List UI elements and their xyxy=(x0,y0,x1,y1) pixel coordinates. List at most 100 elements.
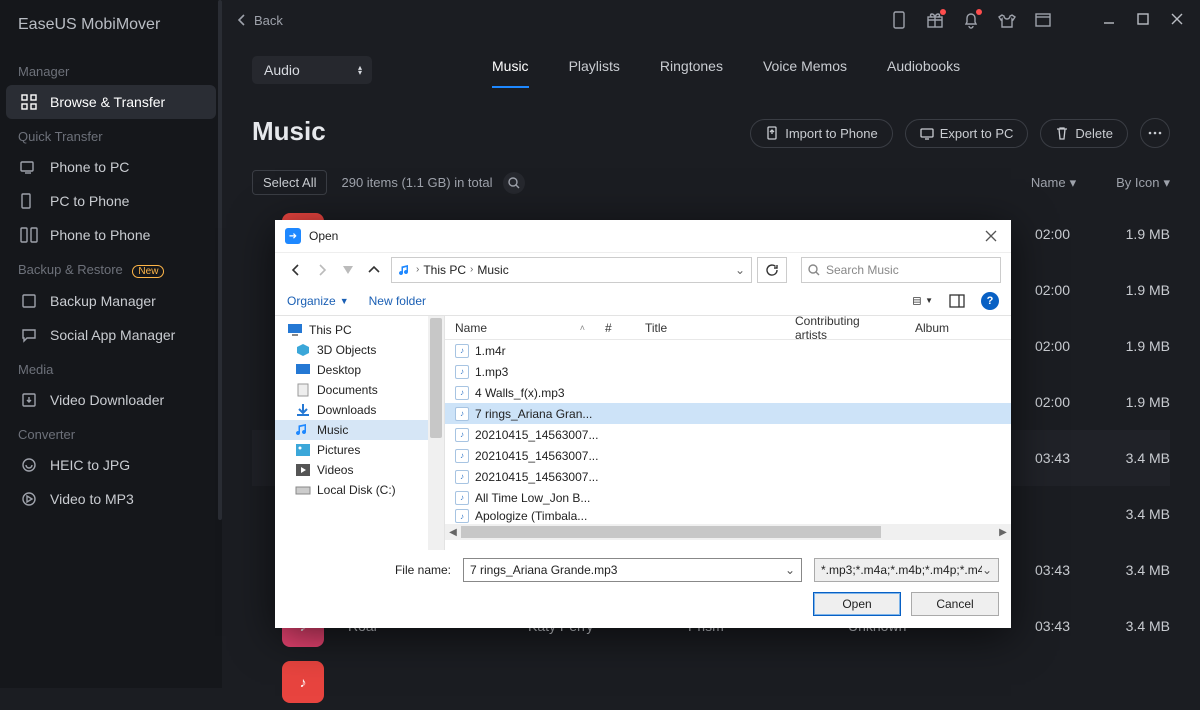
list-row[interactable]: ♪ xyxy=(252,654,1170,710)
tree-item-local-disk[interactable]: Local Disk (C:) xyxy=(275,480,444,500)
tree-item-downloads[interactable]: Downloads xyxy=(275,400,444,420)
file-row[interactable]: ♪4 Walls_f(x).mp3 xyxy=(445,382,1011,403)
col-name[interactable]: Name˄ xyxy=(445,321,595,335)
more-button[interactable] xyxy=(1140,118,1170,148)
nav-forward[interactable] xyxy=(311,259,333,281)
col-album[interactable]: Album xyxy=(905,321,1011,335)
chevron-down-icon[interactable]: ⌄ xyxy=(785,563,795,577)
window-minimize[interactable] xyxy=(1102,12,1118,28)
file-row[interactable]: ♪20210415_14563007... xyxy=(445,424,1011,445)
shirt-icon[interactable] xyxy=(998,11,1016,29)
preview-pane-button[interactable] xyxy=(947,292,967,310)
page-actions: Import to Phone Export to PC Delete xyxy=(750,118,1170,148)
delete-button[interactable]: Delete xyxy=(1040,119,1128,148)
sidebar-item-browse-transfer[interactable]: Browse & Transfer xyxy=(6,85,216,119)
content-type-select[interactable]: Audio ▴▾ xyxy=(252,56,372,84)
tree-item-music[interactable]: Music xyxy=(275,420,444,440)
row-size: 3.4 MB xyxy=(1070,506,1170,522)
window-maximize[interactable] xyxy=(1136,12,1152,28)
organize-menu[interactable]: Organize ▼ xyxy=(287,294,349,308)
audio-file-icon: ♪ xyxy=(455,509,469,523)
file-row[interactable]: ♪20210415_14563007... xyxy=(445,466,1011,487)
new-folder-button[interactable]: New folder xyxy=(369,294,426,308)
file-row[interactable]: ♪20210415_14563007... xyxy=(445,445,1011,466)
tree-item-documents[interactable]: Documents xyxy=(275,380,444,400)
dialog-toolbar: Organize ▼ New folder ▼ ? xyxy=(275,286,1011,316)
search-icon xyxy=(508,177,520,189)
address-dropdown[interactable]: ⌄ xyxy=(735,263,745,277)
address-bar[interactable]: › This PC › Music ⌄ xyxy=(391,257,752,283)
sidebar-item-label: Social App Manager xyxy=(50,327,175,343)
sidebar-item-heic-to-jpg[interactable]: HEIC to JPG xyxy=(6,448,216,482)
tree-label: Videos xyxy=(317,463,353,477)
tree-item-this-pc[interactable]: This PC xyxy=(275,320,444,340)
cancel-button[interactable]: Cancel xyxy=(911,592,999,616)
tab-voice-memos[interactable]: Voice Memos xyxy=(763,52,847,88)
tree-item-3d-objects[interactable]: 3D Objects xyxy=(275,340,444,360)
sort-name[interactable]: Name▾ xyxy=(1031,175,1076,191)
tree-item-pictures[interactable]: Pictures xyxy=(275,440,444,460)
sidebar-scrollbar[interactable] xyxy=(218,0,222,688)
view-mode-button[interactable]: ▼ xyxy=(913,292,933,310)
file-row[interactable]: ♪Apologize (Timbala... xyxy=(445,508,1011,524)
tab-audiobooks[interactable]: Audiobooks xyxy=(887,52,960,88)
dialog-search[interactable]: Search Music xyxy=(801,257,1001,283)
filename-input[interactable]: 7 rings_Ariana Grande.mp3 ⌄ xyxy=(463,558,802,582)
trash-icon xyxy=(1055,126,1069,140)
tab-music[interactable]: Music xyxy=(492,52,529,88)
audio-file-icon: ♪ xyxy=(455,428,469,442)
sidebar-item-pc-to-phone[interactable]: PC to Phone xyxy=(6,184,216,218)
dialog-titlebar: ➜ Open xyxy=(275,220,1011,252)
file-name: 7 rings_Ariana Gran... xyxy=(475,407,592,421)
col-artists[interactable]: Contributing artists xyxy=(785,314,905,342)
back-button[interactable]: Back xyxy=(236,13,283,28)
refresh-button[interactable] xyxy=(757,257,787,283)
sidebar-item-video-downloader[interactable]: Video Downloader xyxy=(6,383,216,417)
sidebar-item-phone-to-phone[interactable]: Phone to Phone xyxy=(6,218,216,252)
phone-icon[interactable] xyxy=(890,11,908,29)
dialog-close[interactable] xyxy=(981,226,1001,246)
menu-icon[interactable] xyxy=(1034,11,1052,29)
open-button[interactable]: Open xyxy=(813,592,901,616)
nav-back[interactable] xyxy=(285,259,307,281)
close-icon xyxy=(985,230,997,242)
nav-recent[interactable] xyxy=(337,259,359,281)
import-icon xyxy=(765,126,779,140)
search-button[interactable] xyxy=(503,172,525,194)
col-number[interactable]: # xyxy=(595,321,635,335)
tab-ringtones[interactable]: Ringtones xyxy=(660,52,723,88)
sidebar-item-phone-to-pc[interactable]: Phone to PC xyxy=(6,150,216,184)
col-title[interactable]: Title xyxy=(635,321,785,335)
import-button[interactable]: Import to Phone xyxy=(750,119,893,148)
select-all-button[interactable]: Select All xyxy=(252,170,327,195)
address-root[interactable]: This PC xyxy=(423,263,466,277)
file-type-select[interactable]: *.mp3;*.m4a;*.m4b;*.m4p;*.m4 ⌄ xyxy=(814,558,999,582)
sidebar-item-backup-manager[interactable]: Backup Manager xyxy=(6,284,216,318)
file-row[interactable]: ♪1.mp3 xyxy=(445,361,1011,382)
sort-view[interactable]: By Icon▾ xyxy=(1116,175,1170,191)
address-folder[interactable]: Music xyxy=(477,263,508,277)
sidebar-item-social-app-manager[interactable]: Social App Manager xyxy=(6,318,216,352)
sidebar-item-label: Video Downloader xyxy=(50,392,164,408)
file-row[interactable]: ♪All Time Low_Jon B... xyxy=(445,487,1011,508)
file-row[interactable]: ♪7 rings_Ariana Gran... xyxy=(445,403,1011,424)
file-row[interactable]: ♪1.m4r xyxy=(445,340,1011,361)
gift-icon[interactable] xyxy=(926,11,944,29)
tree-label: This PC xyxy=(309,323,352,337)
sidebar-item-video-to-mp3[interactable]: Video to MP3 xyxy=(6,482,216,516)
window-close[interactable] xyxy=(1170,12,1186,28)
nav-up[interactable] xyxy=(363,259,385,281)
tree-item-desktop[interactable]: Desktop xyxy=(275,360,444,380)
help-button[interactable]: ? xyxy=(981,292,999,310)
row-size: 1.9 MB xyxy=(1070,394,1170,410)
tree-item-videos[interactable]: Videos xyxy=(275,460,444,480)
tab-playlists[interactable]: Playlists xyxy=(569,52,620,88)
tree-scrollbar[interactable] xyxy=(428,316,444,550)
new-badge: New xyxy=(132,265,164,278)
downloads-icon xyxy=(295,403,311,417)
filter-value: *.mp3;*.m4a;*.m4b;*.m4p;*.m4 xyxy=(821,563,982,577)
horizontal-scrollbar[interactable]: ◀▶ xyxy=(445,524,1011,540)
export-button[interactable]: Export to PC xyxy=(905,119,1029,148)
bell-icon[interactable] xyxy=(962,11,980,29)
video-convert-icon xyxy=(20,490,38,508)
